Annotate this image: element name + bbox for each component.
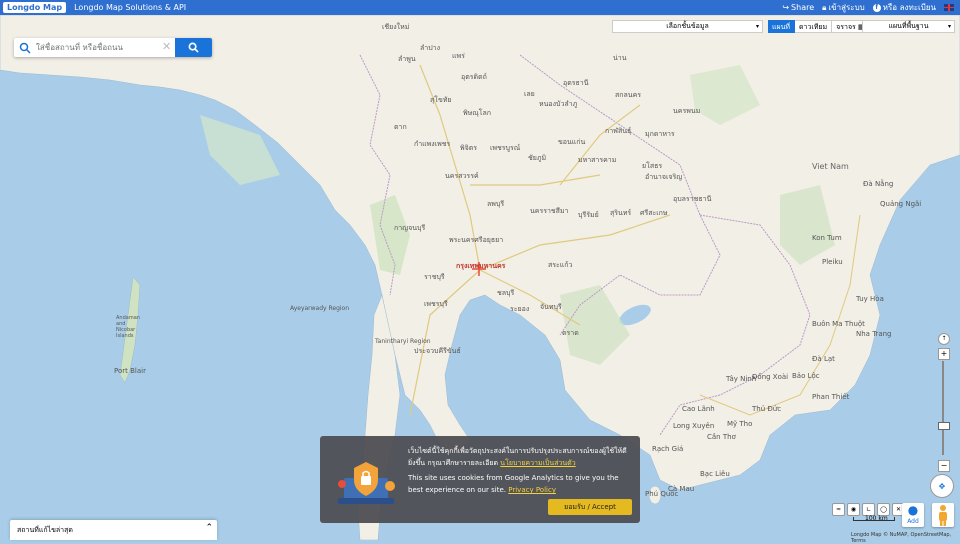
km-measure-icon[interactable]: ≈ — [832, 503, 845, 516]
map-type-satellite[interactable]: ดาวเทียม — [795, 20, 833, 33]
longdo-logo[interactable]: Longdo Map — [3, 2, 67, 13]
pin-icon: ● — [907, 503, 919, 517]
chevron-down-icon: ▾ — [755, 23, 759, 30]
privacy-link-en[interactable]: Privacy Policy — [508, 486, 556, 494]
pan-arrows-icon: ✥ — [938, 481, 946, 491]
accept-button[interactable]: ยอมรับ / Accept — [548, 499, 632, 515]
pan-control[interactable]: ✥ — [930, 474, 954, 498]
login-button[interactable]: 🔒︎ เข้าสู่ระบบ — [822, 1, 865, 14]
share-icon: ↪ — [782, 3, 790, 12]
layer-select-label: เลือกชั้นข้อมูล — [666, 22, 709, 30]
scale-label: 100 km — [865, 515, 888, 522]
zoom-out-button[interactable]: − — [938, 460, 950, 472]
cookie-text-en: This site uses cookies from Google Analy… — [408, 472, 634, 496]
attribution[interactable]: Longdo Map © NuMAP, OpenStreetMap, Terms — [851, 532, 960, 544]
facebook-icon: f — [872, 3, 881, 12]
cookie-text-th: เว็บไซต์นี้ใช้คุกกี้เพื่อวัตถุประสงค์ในก… — [408, 445, 634, 469]
basemap-label: แผนที่พื้นฐาน — [888, 22, 929, 30]
map-type-normal[interactable]: แผนที่ — [768, 20, 796, 33]
map-type-toggle: แผนที่ ดาวเทียม จราจร ▦ — [768, 20, 870, 33]
layer-select[interactable]: เลือกชั้นข้อมูล ▾ — [612, 20, 763, 33]
uk-flag-icon[interactable] — [944, 4, 954, 11]
zoom-track[interactable] — [942, 361, 944, 455]
scale-bar: 100 km — [853, 515, 895, 522]
recent-places-panel[interactable]: สถานที่แก้ไขล่าสุด ⌃ — [10, 520, 217, 540]
chevron-up-icon[interactable]: ⌃ — [205, 523, 213, 533]
share-button[interactable]: ↪ Share — [782, 3, 814, 12]
search-button[interactable] — [175, 38, 212, 57]
add-label: Add — [907, 518, 919, 525]
search-button-icon — [188, 42, 199, 53]
map-type-traffic-label: จราจร — [836, 23, 856, 31]
zoom-in-button[interactable]: + — [938, 348, 950, 360]
cookie-illustration-icon — [338, 462, 395, 504]
brand-link[interactable]: Longdo Map Solutions & API — [74, 3, 186, 12]
search-box: ✕ — [14, 38, 212, 57]
lock-icon: 🔒︎ — [822, 2, 827, 12]
pegman-button[interactable] — [932, 503, 954, 527]
search-icon — [19, 42, 31, 54]
search-input[interactable] — [34, 42, 162, 53]
recent-places-label: สถานที่แก้ไขล่าสุด — [17, 526, 73, 534]
register-label: หรือ ลงทะเบียน — [882, 3, 936, 12]
compass-icon[interactable]: ↑ — [938, 333, 950, 345]
register-button[interactable]: f หรือ ลงทะเบียน — [872, 1, 936, 14]
top-bar: Longdo Map Longdo Map Solutions & API ↪ … — [0, 0, 960, 15]
login-label: เข้าสู่ระบบ — [828, 3, 865, 12]
zoom-handle[interactable] — [938, 422, 950, 430]
chevron-down-icon: ▾ — [947, 23, 951, 30]
basemap-select[interactable]: แผนที่พื้นฐาน ▾ — [862, 20, 955, 33]
privacy-link-th[interactable]: นโยบายความเป็นส่วนตัว — [500, 459, 575, 467]
globe-icon[interactable]: ◉ — [847, 503, 860, 516]
add-place-button[interactable]: ● Add — [902, 503, 924, 527]
clear-search-icon[interactable]: ✕ — [162, 40, 171, 53]
pegman-icon — [939, 505, 947, 526]
share-label: Share — [791, 3, 815, 12]
zoom-bar: ↑ + − — [936, 333, 950, 473]
cookie-banner: เว็บไซต์นี้ใช้คุกกี้เพื่อวัตถุประสงค์ในก… — [320, 436, 640, 523]
